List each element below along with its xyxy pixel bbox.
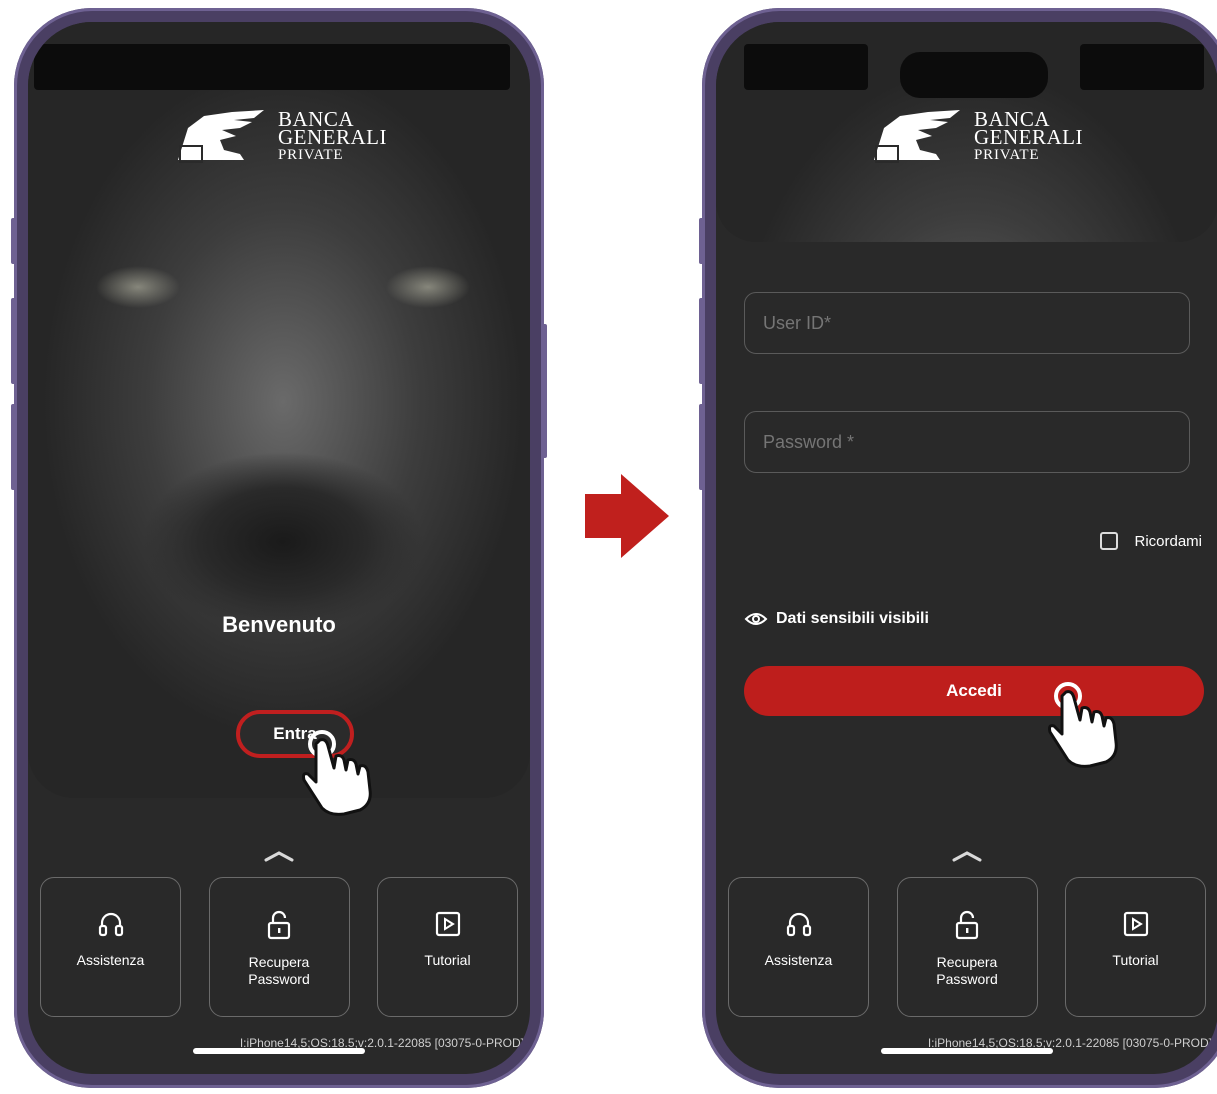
tile-label: Recupera Password <box>248 954 310 987</box>
tile-label: Tutorial <box>424 952 471 968</box>
tile-assistenza[interactable]: Assistenza <box>40 877 181 1017</box>
remember-checkbox[interactable] <box>1100 532 1119 550</box>
headphones-icon <box>786 912 811 937</box>
headphones-icon <box>98 912 123 937</box>
login-button[interactable]: Accedi <box>744 666 1204 716</box>
sensitive-data-toggle[interactable]: Dati sensibili visibili <box>744 610 929 628</box>
play-icon <box>435 911 460 937</box>
remember-label: Ricordami <box>1134 532 1202 550</box>
lion-logo-icon <box>178 110 264 163</box>
tile-label: Assistenza <box>76 952 145 968</box>
home-indicator[interactable] <box>193 1048 365 1054</box>
quick-actions: Assistenza Recupera Password Tutorial <box>40 877 518 1017</box>
play-icon <box>1123 911 1148 937</box>
tile-recupera-password[interactable]: Recupera Password <box>208 877 350 1017</box>
tile-recupera-password[interactable]: Recupera Password <box>896 877 1038 1017</box>
brand-logo: BANCA GENERALI PRIVATE <box>870 108 1083 166</box>
tile-tutorial[interactable]: Tutorial <box>1065 877 1206 1017</box>
quick-actions: Assistenza Recupera Password Tutorial <box>728 877 1206 1017</box>
brand-line2: GENERALI <box>278 125 387 149</box>
tile-tutorial[interactable]: Tutorial <box>377 877 518 1017</box>
tile-label: Tutorial <box>1112 952 1159 968</box>
tap-hand-icon <box>302 730 372 816</box>
tile-label: Recupera Password <box>936 954 998 987</box>
home-indicator[interactable] <box>881 1048 1053 1054</box>
remember-me[interactable]: Ricordami <box>1100 532 1202 550</box>
chevron-up-icon[interactable] <box>952 850 982 862</box>
arrow-right-icon <box>585 474 669 558</box>
lion-hero-image: BANCA GENERALI PRIVATE Benvenuto Entra <box>28 22 530 798</box>
welcome-title: Benvenuto <box>222 612 336 637</box>
password-input[interactable] <box>744 411 1190 473</box>
unlock-icon <box>955 910 979 940</box>
status-bar <box>34 44 510 90</box>
tile-assistenza[interactable]: Assistenza <box>728 877 869 1017</box>
chevron-up-icon[interactable] <box>264 850 294 862</box>
status-bar-left <box>744 44 868 90</box>
brand-line2: GENERALI <box>974 125 1083 149</box>
status-bar-right <box>1080 44 1204 90</box>
unlock-icon <box>267 910 291 940</box>
user-id-input[interactable] <box>744 292 1190 354</box>
phone-login: BANCA GENERALI PRIVATE Ricordami Dati se… <box>699 8 1217 1088</box>
lion-logo-icon <box>874 110 960 163</box>
brand-logo: BANCA GENERALI PRIVATE <box>174 108 387 166</box>
sensitive-label: Dati sensibili visibili <box>776 610 929 627</box>
phone-welcome: BANCA GENERALI PRIVATE Benvenuto Entra A… <box>11 8 547 1088</box>
screen: BANCA GENERALI PRIVATE Benvenuto Entra A… <box>28 22 530 1074</box>
dynamic-island <box>900 52 1048 98</box>
tap-hand-icon <box>1048 682 1118 768</box>
eye-icon <box>744 613 768 625</box>
tile-label: Assistenza <box>764 952 833 968</box>
lion-hero-image: BANCA GENERALI PRIVATE <box>716 22 1217 242</box>
screen: BANCA GENERALI PRIVATE Ricordami Dati se… <box>716 22 1217 1074</box>
